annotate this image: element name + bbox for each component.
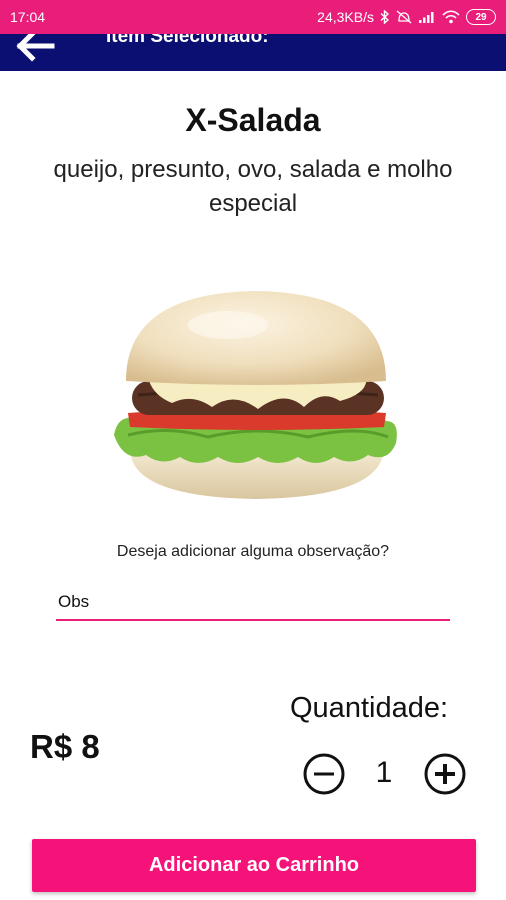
network-speed: 24,3KB/s (317, 9, 374, 25)
app-bar: Item Selecionado: (0, 34, 506, 71)
status-time: 17:04 (10, 9, 46, 25)
item-name: X-Salada (185, 102, 321, 138)
plus-circle-icon (424, 753, 466, 795)
quantity-value: 1 (375, 756, 393, 789)
observation-input[interactable] (56, 585, 450, 621)
signal-icon (418, 10, 436, 24)
status-bar: 17:04 24,3KB/s 29 (0, 0, 506, 34)
price-label: R$ 8 (30, 728, 100, 765)
back-arrow-icon (16, 34, 55, 62)
status-icons: 24,3KB/s 29 (317, 9, 496, 25)
burger-image (114, 291, 397, 499)
page-title: Item Selecionado: (106, 34, 269, 47)
increase-quantity-button[interactable] (424, 753, 466, 795)
back-button[interactable] (12, 34, 56, 64)
observation-question: Deseja adicionar alguma observação? (116, 543, 390, 560)
battery-icon: 29 (466, 9, 496, 25)
decrease-quantity-button[interactable] (303, 753, 345, 795)
wifi-icon (442, 10, 460, 24)
item-description: queijo, presunto, ovo, salada e molho es… (53, 156, 453, 217)
add-to-cart-button[interactable]: Adicionar ao Carrinho (32, 839, 476, 892)
bluetooth-icon (380, 10, 390, 24)
dnd-icon (396, 10, 412, 24)
minus-circle-icon (303, 753, 345, 795)
quantity-label: Quantidade: (290, 692, 449, 724)
